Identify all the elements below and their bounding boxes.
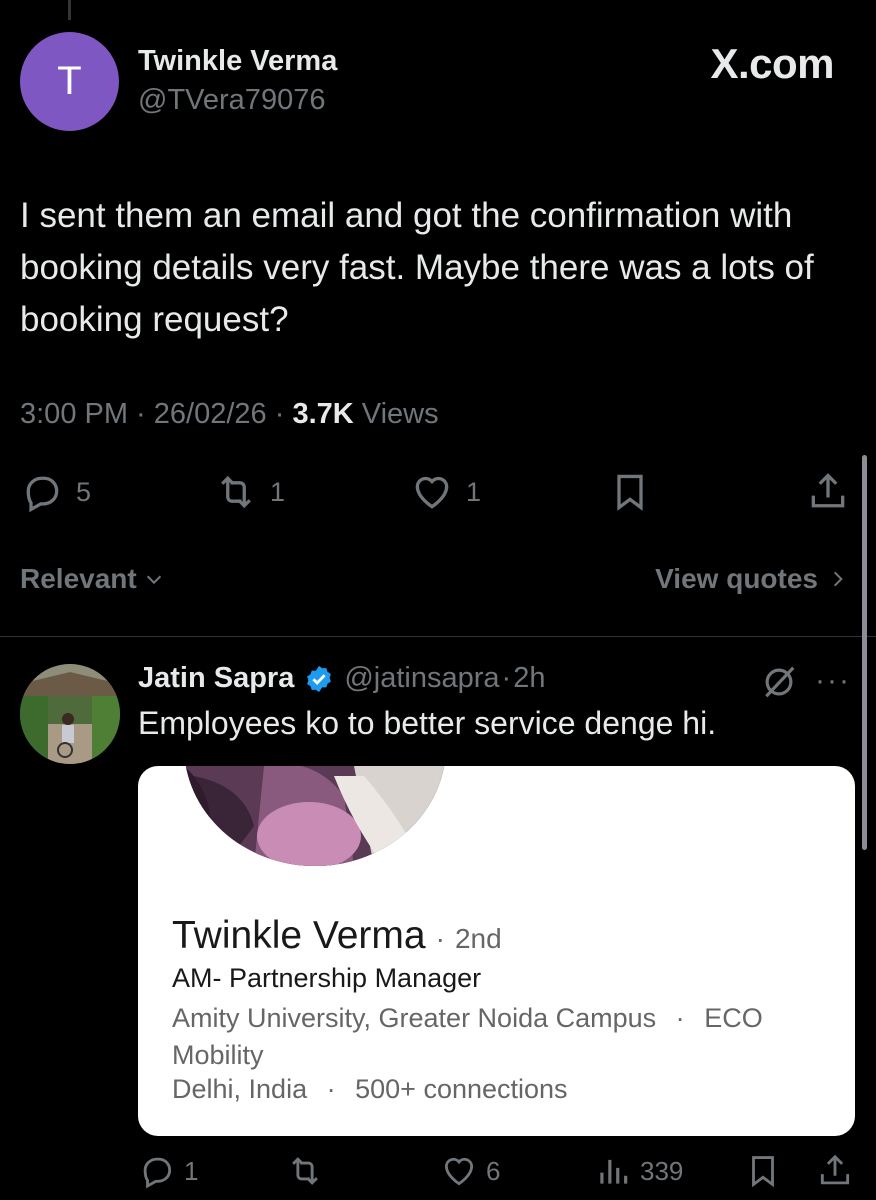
reply-text: Employees ko to better service denge hi. [138,705,717,741]
scrollbar[interactable] [862,455,867,850]
chevron-right-icon [833,571,843,587]
card-education-school: Amity University, Greater Noida Campus [172,1003,657,1033]
relevant-label: Relevant [20,563,137,594]
card-profile-name: Twinkle Verma [172,914,426,957]
reply-reply-button[interactable]: 1 [138,1152,198,1190]
thread-connector-line [68,0,71,20]
card-connections: 500+ connections [355,1074,568,1104]
profile-photo [184,766,446,866]
grok-icon[interactable] [760,663,798,701]
tweet-meta: 3:00 PM · 26/02/26 · 3.7K Views [20,398,439,431]
analytics-icon [600,1159,628,1184]
reply-icon [143,1157,172,1189]
reply-button[interactable]: 5 [20,470,91,514]
repost-count: 1 [270,476,286,507]
reply-count: 5 [76,476,92,507]
card-separator: · [675,1003,685,1033]
profile-photo-image [184,766,446,866]
reply-time[interactable]: 2h [513,662,545,695]
repost-button[interactable]: 1 [214,470,285,514]
heart-icon [415,476,449,509]
brand-watermark: X.com [710,40,834,87]
linkedin-screenshot-card[interactable]: Twinkle Verma · 2nd AM- Partnership Mana… [138,766,855,1136]
reply-like-count: 6 [486,1155,501,1186]
card-location-row: Delhi, India · 500+ connections [172,1074,568,1105]
views-label [354,398,362,431]
card-location: Delhi, India [172,1074,308,1104]
reply-avatar[interactable] [20,664,120,764]
reply-share-button[interactable] [816,1152,854,1190]
tweet-time[interactable]: 3:00 PM [20,398,128,431]
views-label-text: Views [361,398,439,430]
repost-icon [292,1157,318,1185]
relevant-dropdown[interactable]: Relevant [20,563,165,595]
reply-header: Jatin Sapra @jatinsapra · 2h [138,662,545,695]
reply-views-count: 339 [640,1155,684,1186]
reply-bookmark-button[interactable] [744,1152,782,1190]
verified-badge-icon [307,665,332,692]
reply-actions: 1 6 339 [138,1152,858,1196]
bookmark-icon [752,1156,774,1188]
card-name-row: Twinkle Verma · 2nd [172,914,502,958]
reply-like-button[interactable]: 6 [440,1152,500,1190]
bookmark-icon [617,474,643,511]
avatar-photo [20,664,120,764]
reply-views-button[interactable]: 339 [594,1152,683,1190]
heart-icon [444,1157,474,1186]
repost-icon [221,475,251,509]
card-education: Amity University, Greater Noida Campus ·… [172,1000,822,1074]
divider [0,636,876,637]
card-connection-degree: 2nd [454,923,502,954]
reply-icon [26,476,59,513]
reply-filter-row: Relevant View quotes [20,563,848,603]
meta-separator: · [266,398,293,430]
tweet-text: I sent them an email and got the confirm… [20,196,814,339]
chevron-down-icon [146,575,161,585]
author-handle[interactable]: @TVera79076 [138,84,325,117]
more-options-icon[interactable]: ··· [815,664,851,698]
reply-repost-button[interactable] [286,1152,324,1190]
card-job-title: AM- Partnership Manager [172,963,482,993]
meta-separator: · [128,398,154,430]
like-count: 1 [466,476,482,507]
author-name[interactable]: Twinkle Verma [138,45,337,78]
view-quotes-label: View quotes [655,563,818,594]
share-icon [820,1154,850,1185]
share-button[interactable] [806,470,850,514]
reply-author-name[interactable]: Jatin Sapra [138,662,294,695]
reply-reply-count: 1 [184,1155,199,1186]
meta-separator: · [501,662,512,694]
card-separator: · [326,1074,336,1104]
share-icon [811,473,845,508]
tweet-date[interactable]: 26/02/26 [154,398,267,431]
bookmark-button[interactable] [608,470,652,514]
card-separator: · [435,923,445,954]
like-button[interactable]: 1 [410,470,481,514]
reply-author-handle[interactable]: @jatinsapra [344,662,499,695]
tweet-actions: 5 1 1 [20,470,850,520]
author-avatar[interactable]: T [20,32,119,131]
views-count[interactable]: 3.7K [292,398,353,431]
view-quotes-link[interactable]: View quotes [655,563,848,595]
